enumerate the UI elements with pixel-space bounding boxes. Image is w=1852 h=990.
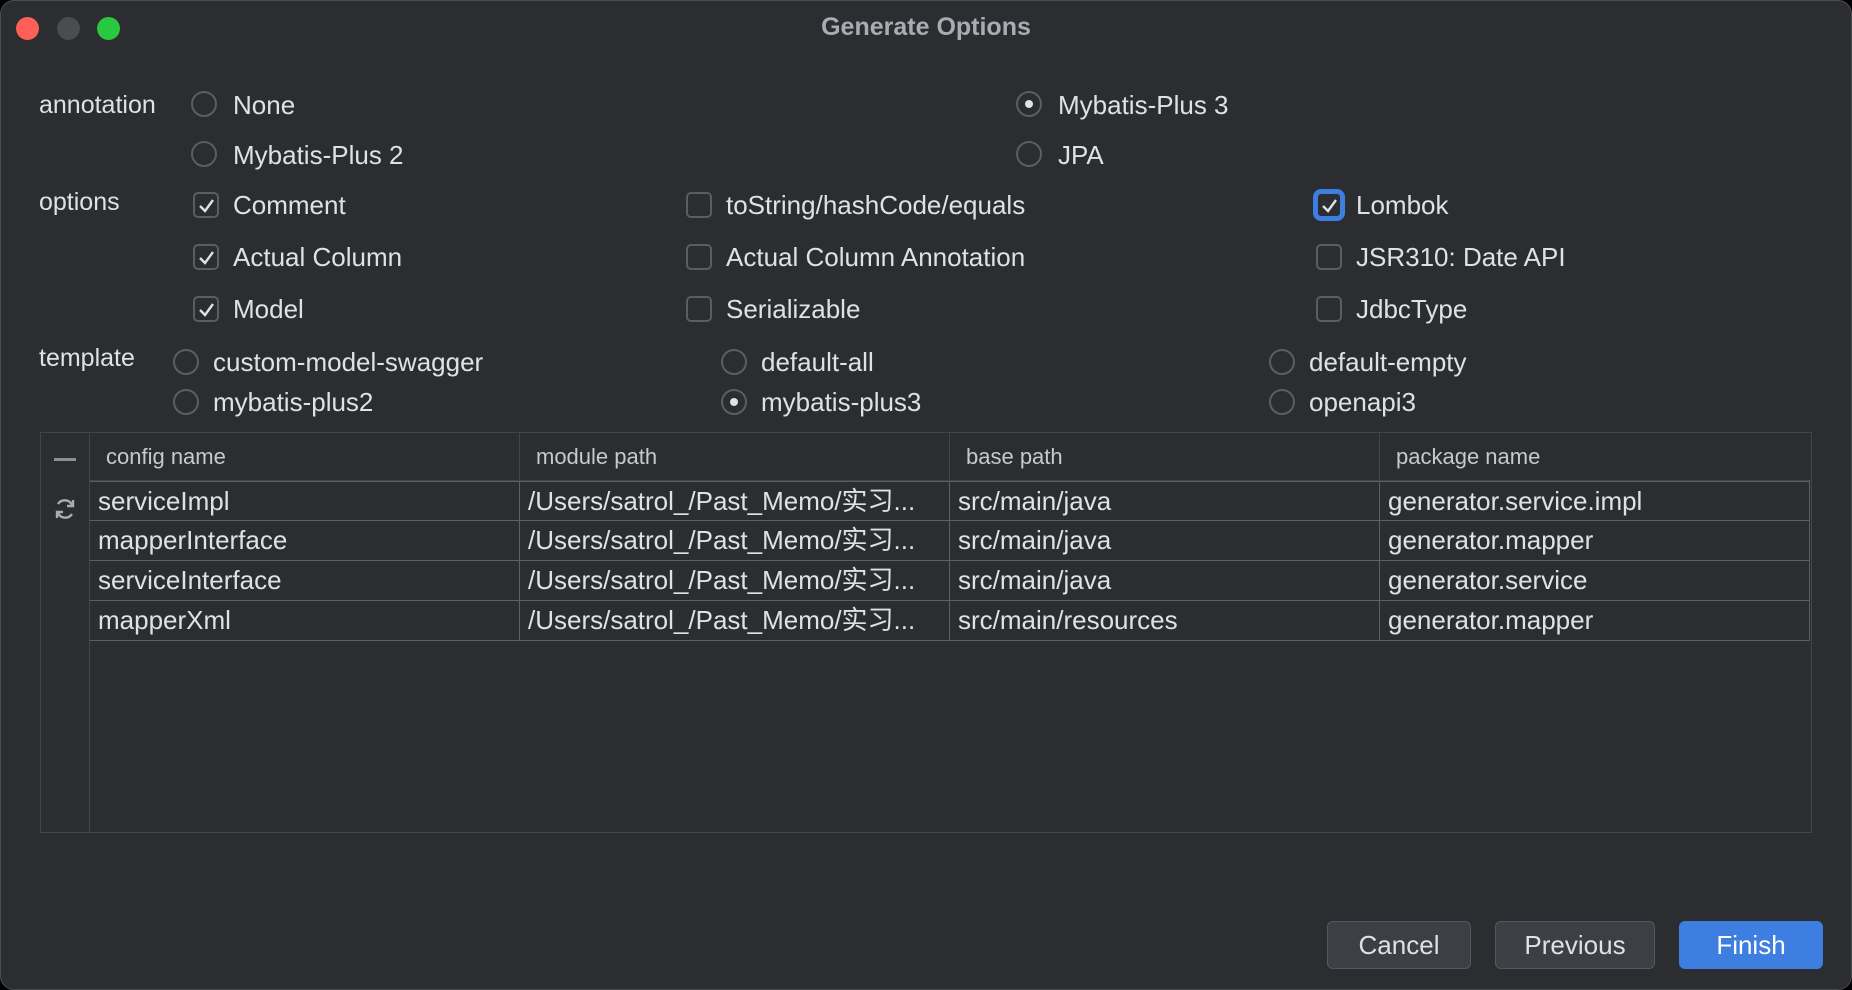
checkbox-label: JdbcType: [1356, 294, 1468, 324]
radio-label: Mybatis-Plus 3: [1058, 90, 1229, 120]
cell-package-name[interactable]: generator.mapper: [1380, 521, 1810, 560]
refresh-icon[interactable]: [52, 496, 78, 522]
checkbox-indicator[interactable]: [193, 296, 219, 322]
cell-module-path[interactable]: /Users/satrol_/Past_Memo/实习...: [520, 561, 950, 600]
radio-indicator[interactable]: [721, 349, 747, 375]
radio-label: default-empty: [1309, 347, 1467, 377]
table-header: config name module path base path packag…: [90, 433, 1811, 481]
cell-config-name[interactable]: mapperXml: [90, 601, 520, 640]
config-table: config name module path base path packag…: [40, 432, 1812, 833]
template-label: template: [39, 344, 135, 372]
remove-row-icon[interactable]: [54, 458, 76, 461]
cell-module-path[interactable]: /Users/satrol_/Past_Memo/实习...: [520, 482, 950, 521]
checkbox-indicator[interactable]: [686, 192, 712, 218]
previous-button[interactable]: Previous: [1495, 921, 1655, 969]
window-title: Generate Options: [821, 13, 1031, 41]
radio-indicator[interactable]: [173, 349, 199, 375]
cell-module-path[interactable]: /Users/satrol_/Past_Memo/实习...: [520, 601, 950, 640]
cell-package-name[interactable]: generator.service: [1380, 561, 1810, 600]
checkmark-icon: [199, 303, 214, 317]
checkmark-icon: [1322, 199, 1337, 213]
checkbox-indicator[interactable]: [193, 244, 219, 270]
radio-label: openapi3: [1309, 387, 1416, 417]
radio-label: default-all: [761, 347, 874, 377]
table-row[interactable]: mapperInterface /Users/satrol_/Past_Memo…: [90, 521, 1810, 561]
title-bar: Generate Options: [1, 1, 1851, 57]
cell-base-path[interactable]: src/main/java: [950, 521, 1380, 560]
checkbox-indicator[interactable]: [686, 244, 712, 270]
table-toolbar: [41, 433, 90, 832]
radio-indicator[interactable]: [1016, 141, 1042, 167]
radio-indicator[interactable]: [1269, 389, 1295, 415]
radio-label: None: [233, 90, 296, 120]
checkbox-label: toString/hashCode/equals: [726, 190, 1026, 220]
cell-base-path[interactable]: src/main/java: [950, 561, 1380, 600]
radio-label: mybatis-plus2: [213, 387, 374, 417]
finish-button[interactable]: Finish: [1679, 921, 1823, 969]
checkbox-label: Model: [233, 294, 304, 324]
radio-indicator[interactable]: [721, 389, 747, 415]
cell-package-name[interactable]: generator.service.impl: [1380, 482, 1810, 521]
table-row[interactable]: serviceInterface /Users/satrol_/Past_Mem…: [90, 561, 1810, 601]
table-row[interactable]: mapperXml /Users/satrol_/Past_Memo/实习...…: [90, 601, 1810, 641]
checkbox-label: JSR310: Date API: [1356, 242, 1566, 272]
cell-module-path[interactable]: /Users/satrol_/Past_Memo/实习...: [520, 521, 950, 560]
cell-config-name[interactable]: serviceInterface: [90, 561, 520, 600]
checkbox-label: Actual Column Annotation: [726, 242, 1026, 272]
column-header-module-path[interactable]: module path: [520, 433, 950, 481]
cell-config-name[interactable]: serviceImpl: [90, 482, 520, 521]
column-header-config-name[interactable]: config name: [90, 433, 520, 481]
radio-label: custom-model-swagger: [213, 347, 484, 377]
cell-package-name[interactable]: generator.mapper: [1380, 601, 1810, 640]
cell-config-name[interactable]: mapperInterface: [90, 521, 520, 560]
radio-label: Mybatis-Plus 2: [233, 140, 404, 170]
checkbox-indicator[interactable]: [686, 296, 712, 322]
cell-base-path[interactable]: src/main/resources: [950, 601, 1380, 640]
checkmark-icon: [199, 251, 214, 265]
radio-indicator[interactable]: [191, 91, 217, 117]
column-header-package-name[interactable]: package name: [1380, 433, 1812, 481]
radio-label: JPA: [1058, 140, 1104, 170]
cell-base-path[interactable]: src/main/java: [950, 482, 1380, 521]
table-row[interactable]: serviceImpl /Users/satrol_/Past_Memo/实习.…: [90, 481, 1810, 521]
radio-indicator[interactable]: [1269, 349, 1295, 375]
radio-indicator[interactable]: [1016, 91, 1042, 117]
checkbox-indicator[interactable]: [1316, 192, 1342, 218]
generate-options-dialog: Generate Options annotation None Mybatis…: [0, 0, 1852, 990]
radio-indicator[interactable]: [191, 141, 217, 167]
checkbox-label: Comment: [233, 190, 346, 220]
checkbox-indicator[interactable]: [1316, 296, 1342, 322]
options-label: options: [39, 188, 120, 216]
column-header-base-path[interactable]: base path: [950, 433, 1380, 481]
checkmark-icon: [199, 199, 214, 213]
radio-indicator[interactable]: [173, 389, 199, 415]
checkbox-indicator[interactable]: [193, 192, 219, 218]
checkbox-label: Actual Column: [233, 242, 403, 272]
radio-label: mybatis-plus3: [761, 387, 922, 417]
checkbox-label: Serializable: [726, 294, 861, 324]
checkbox-indicator[interactable]: [1316, 244, 1342, 270]
checkbox-label: Lombok: [1356, 190, 1449, 220]
cancel-button[interactable]: Cancel: [1327, 921, 1471, 969]
annotation-label: annotation: [39, 91, 156, 119]
